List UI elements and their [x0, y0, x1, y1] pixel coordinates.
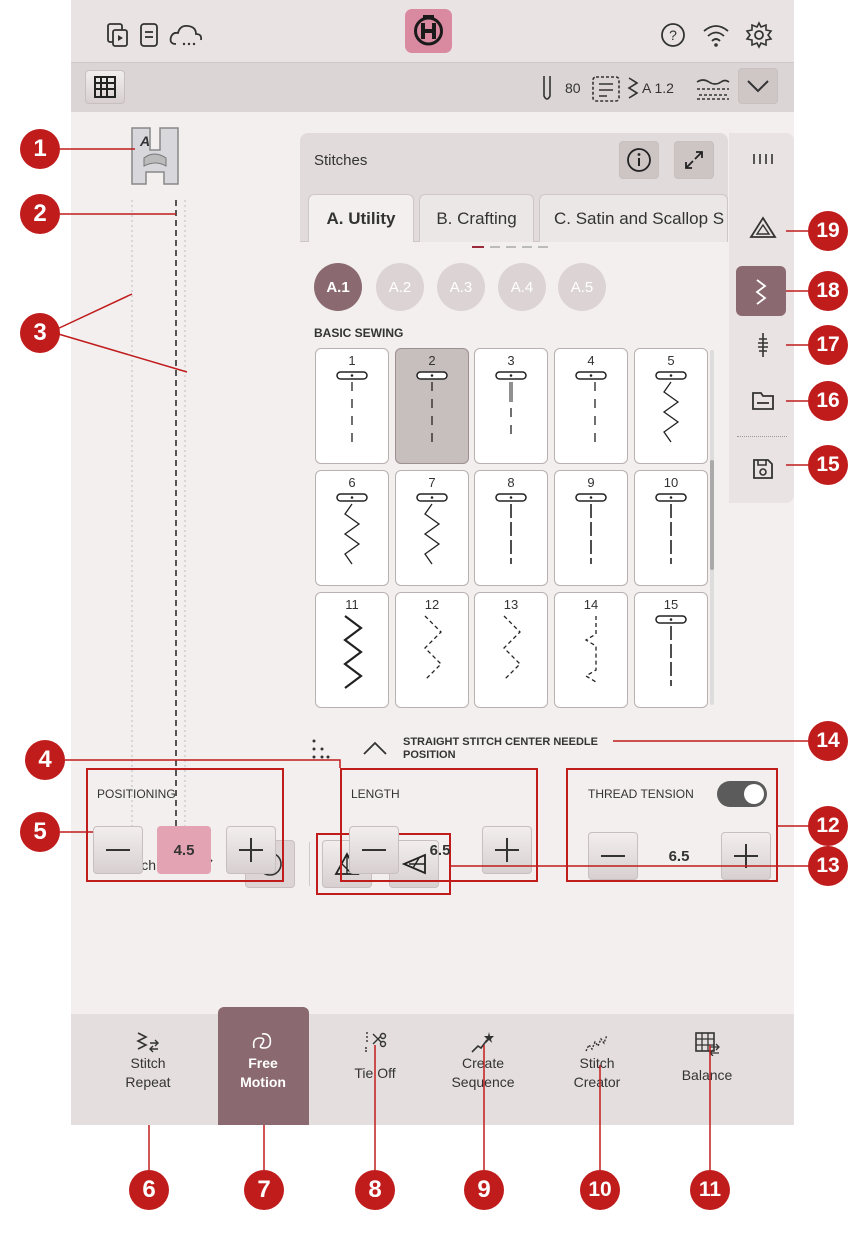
callout-3: 3 [20, 313, 60, 353]
callout-7: 7 [244, 1170, 284, 1210]
callout-4: 4 [25, 740, 65, 780]
callout-13: 13 [808, 846, 848, 886]
callout-18: 18 [808, 271, 848, 311]
callout-1: 1 [20, 129, 60, 169]
callout-5: 5 [20, 812, 60, 852]
callout-19: 19 [808, 211, 848, 251]
callout-9: 9 [464, 1170, 504, 1210]
callout-17: 17 [808, 325, 848, 365]
callout-10: 10 [580, 1170, 620, 1210]
callout-2: 2 [20, 194, 60, 234]
callout-12: 12 [808, 806, 848, 846]
callout-16: 16 [808, 381, 848, 421]
callout-14: 14 [808, 721, 848, 761]
callout-15: 15 [808, 445, 848, 485]
callout-6: 6 [129, 1170, 169, 1210]
callout-8: 8 [355, 1170, 395, 1210]
callout-lines [54, 148, 808, 1170]
callout-11: 11 [690, 1170, 730, 1210]
